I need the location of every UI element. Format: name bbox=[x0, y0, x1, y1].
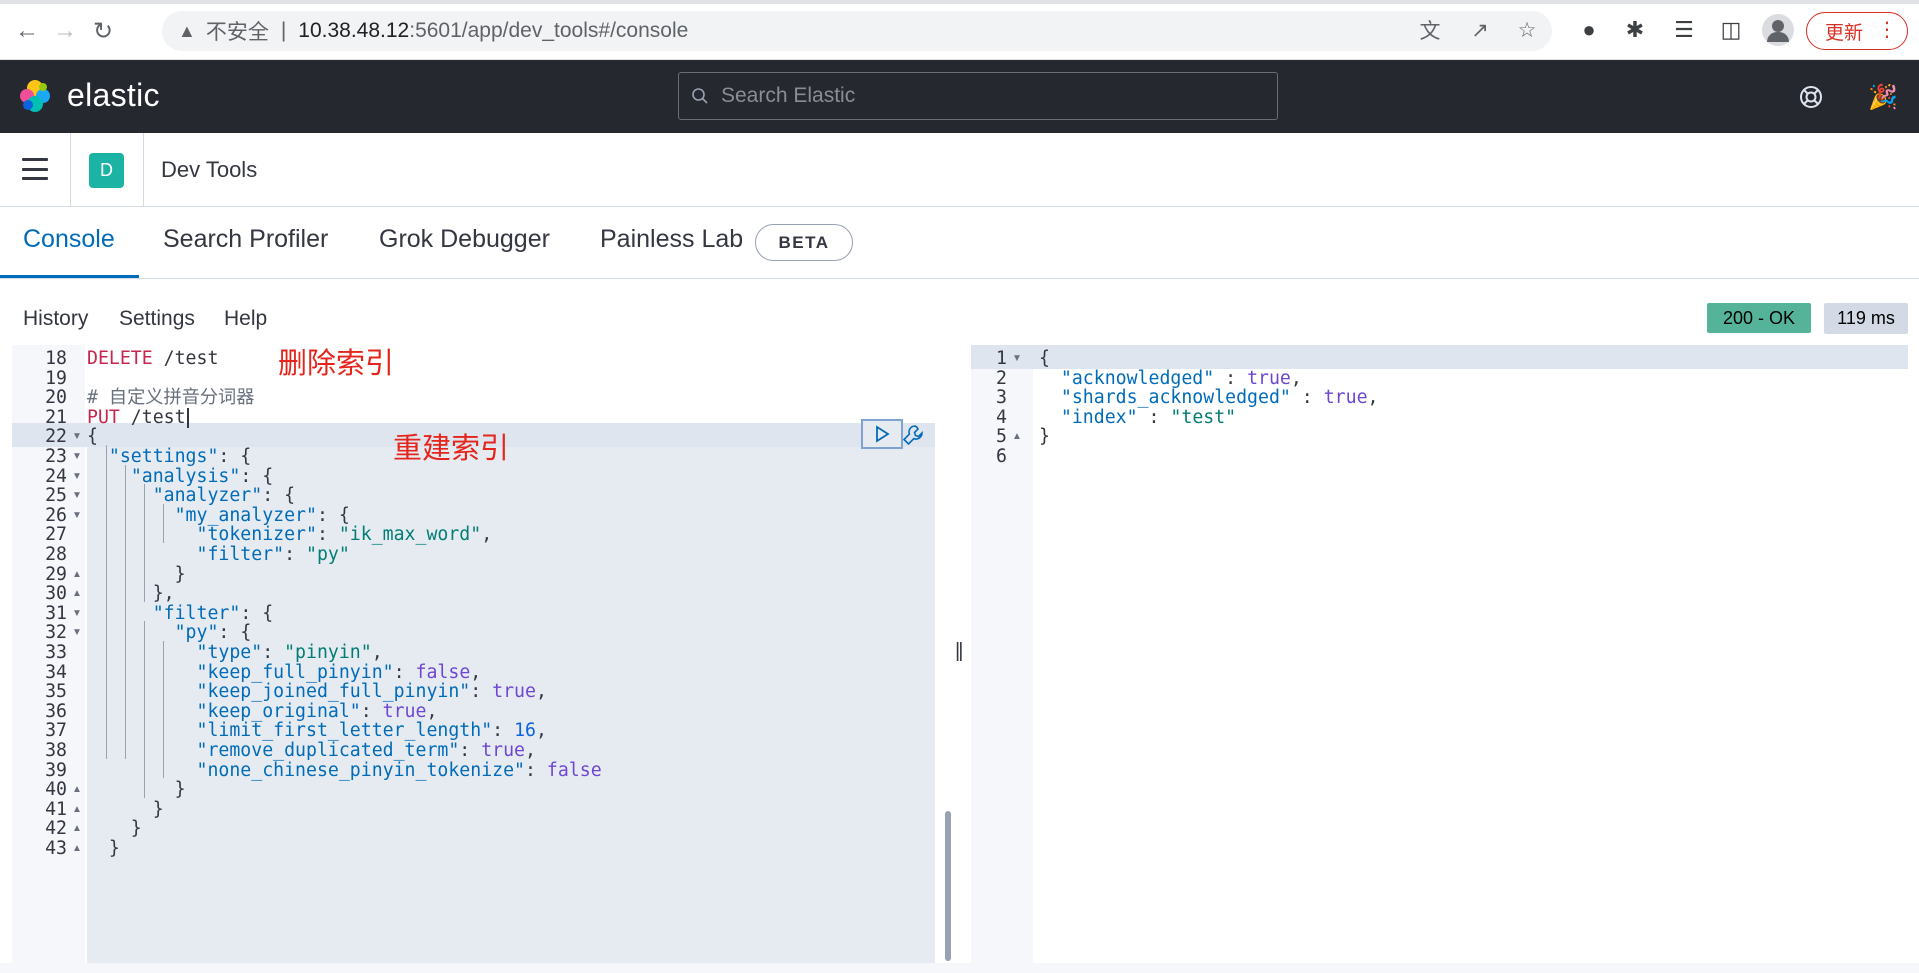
search-icon bbox=[692, 88, 708, 104]
help-lifebuoy-icon[interactable] bbox=[1794, 80, 1828, 114]
space-avatar[interactable]: D bbox=[89, 153, 124, 188]
browser-tabstrip-edge bbox=[0, 0, 1919, 4]
kibana-header: elastic Search Elastic 🎉 bbox=[0, 60, 1919, 133]
history-link[interactable]: History bbox=[23, 307, 88, 331]
browser-update-button[interactable]: 更新 ⋮ bbox=[1806, 12, 1908, 50]
newsfeed-cheer-icon[interactable]: 🎉 bbox=[1866, 80, 1900, 114]
fold-collapse-icon[interactable]: ▼ bbox=[1012, 347, 1024, 371]
warning-icon: ▲ bbox=[178, 20, 196, 41]
status-badge: 200 - OK bbox=[1707, 303, 1811, 333]
editor-scrollbar[interactable] bbox=[945, 811, 951, 961]
extensions-puzzle-icon[interactable]: ✱ bbox=[1617, 12, 1653, 48]
translate-icon[interactable]: 文 bbox=[1413, 12, 1447, 48]
search-placeholder: Search Elastic bbox=[721, 84, 856, 107]
text-cursor bbox=[186, 407, 189, 428]
bookmark-star-icon[interactable]: ☆ bbox=[1510, 12, 1544, 48]
help-link[interactable]: Help bbox=[224, 307, 267, 331]
response-code-line: } bbox=[1039, 426, 1050, 448]
divider bbox=[143, 133, 144, 207]
profile-avatar[interactable] bbox=[1762, 14, 1794, 46]
tab-search-profiler[interactable]: Search Profiler bbox=[163, 225, 328, 279]
response-code-line: "index" : "test" bbox=[1060, 406, 1237, 428]
browser-toolbar: ← → ↻ ▲ 不安全 | 10.38.48.12:5601/app/dev_t… bbox=[0, 0, 1919, 60]
annotation-rebuild-index: 重建索引 bbox=[393, 431, 510, 465]
side-panel-icon[interactable]: ◫ bbox=[1713, 12, 1749, 48]
dev-tools-tabs: Console Search Profiler Grok Debugger Pa… bbox=[0, 207, 1919, 279]
code-line: DELETE /test bbox=[87, 348, 219, 369]
forward-icon[interactable]: → bbox=[48, 14, 82, 48]
tab-grok-debugger[interactable]: Grok Debugger bbox=[379, 225, 550, 279]
media-queue-icon[interactable]: ☰ bbox=[1666, 12, 1702, 48]
breadcrumb-dev-tools: Dev Tools bbox=[161, 157, 258, 182]
line-number: 43 bbox=[45, 838, 67, 859]
request-time-badge: 119 ms bbox=[1824, 303, 1908, 334]
global-search-input[interactable]: Search Elastic bbox=[678, 72, 1278, 120]
annotation-delete-index: 删除索引 bbox=[278, 346, 395, 380]
pane-resizer[interactable]: || bbox=[955, 640, 964, 663]
back-icon[interactable]: ← bbox=[10, 14, 44, 48]
wrench-icon[interactable] bbox=[900, 422, 926, 448]
url-path: :5601/app/dev_tools#/console bbox=[409, 19, 689, 42]
share-icon[interactable]: ↗ bbox=[1463, 12, 1497, 48]
fold-collapse-icon[interactable]: ▼ bbox=[72, 621, 84, 645]
line-number: 6 bbox=[996, 446, 1007, 467]
active-tab-indicator bbox=[0, 275, 139, 278]
update-label: 更新 bbox=[1825, 22, 1864, 44]
indent-guide bbox=[125, 464, 126, 759]
tab-console[interactable]: Console bbox=[23, 225, 115, 279]
play-icon bbox=[876, 425, 890, 443]
active-line bbox=[971, 345, 1908, 369]
breadcrumb-bar: D Dev Tools bbox=[0, 133, 1919, 207]
fold-expand-icon[interactable]: ▲ bbox=[72, 837, 84, 861]
extension-e-icon[interactable]: ● bbox=[1571, 12, 1607, 48]
indent-guide bbox=[163, 503, 164, 543]
elastic-logo[interactable]: elastic bbox=[17, 77, 160, 114]
reload-icon[interactable]: ↻ bbox=[86, 14, 120, 48]
indent-guide bbox=[106, 445, 107, 759]
divider bbox=[70, 133, 71, 207]
response-editor: 1 ▼{2 "acknowledged" : true, 3 "shards_ack… bbox=[971, 345, 1908, 965]
indent-guide bbox=[144, 621, 145, 798]
address-separator: | bbox=[280, 19, 287, 42]
address-bar[interactable]: ▲ 不安全 | 10.38.48.12:5601/app/dev_tools#/… bbox=[162, 11, 1552, 51]
send-request-button[interactable] bbox=[861, 419, 903, 449]
code-line: } bbox=[87, 838, 120, 859]
bottom-edge bbox=[0, 963, 1919, 973]
logo-text: elastic bbox=[67, 77, 160, 113]
security-label: 不安全 bbox=[205, 21, 269, 44]
fold-expand-icon[interactable]: ▲ bbox=[1012, 425, 1024, 449]
code-line: PUT /test bbox=[87, 406, 189, 430]
more-menu-icon: ⋮ bbox=[1877, 19, 1897, 41]
beta-badge: BETA bbox=[755, 224, 853, 261]
elastic-logo-icon bbox=[20, 79, 50, 112]
settings-link[interactable]: Settings bbox=[119, 307, 195, 331]
menu-hamburger-icon[interactable] bbox=[22, 158, 48, 180]
fold-collapse-icon[interactable]: ▼ bbox=[72, 504, 84, 528]
url-host: 10.38.48.12 bbox=[298, 19, 410, 42]
indent-guide bbox=[144, 484, 145, 602]
indent-guide bbox=[163, 641, 164, 779]
tab-painless-lab[interactable]: Painless Lab bbox=[600, 225, 743, 279]
